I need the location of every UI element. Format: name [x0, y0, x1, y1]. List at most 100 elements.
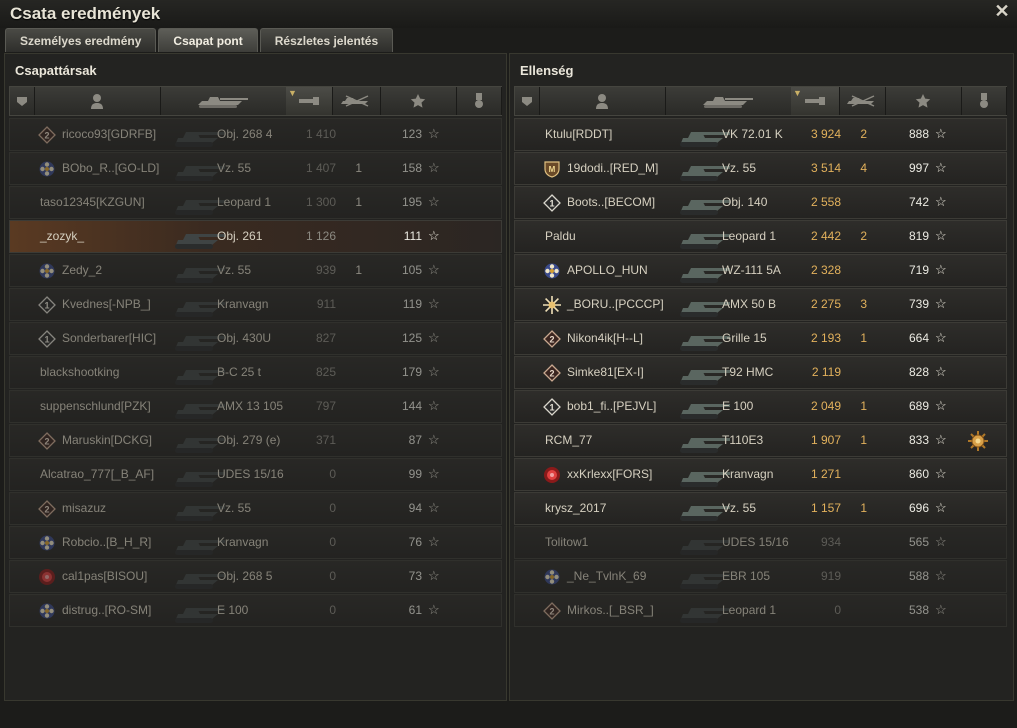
- damage-value: 1 300: [305, 195, 336, 209]
- damage-value: 0: [329, 467, 336, 481]
- allies-title: Csapattársak: [15, 63, 97, 78]
- vehicle-name: T110E3: [722, 433, 764, 447]
- vehicle-name: Leopard 1: [217, 195, 272, 209]
- player-name: RCM_77: [545, 433, 593, 447]
- damage-value: 919: [820, 569, 841, 583]
- player-row[interactable]: _zozyk_ Obj. 261 1 126 111 ☆: [9, 220, 502, 253]
- player-row[interactable]: xxKrlexx[FORS] Kranvagn 1 271 860 ☆: [514, 458, 1007, 491]
- player-name: BObo_R..[GO-LD]: [62, 161, 160, 175]
- vehicle-name: Obj. 430U: [217, 331, 272, 345]
- column-kills-header[interactable]: [332, 87, 381, 115]
- vehicle-name: Vz. 55: [217, 263, 252, 277]
- player-row[interactable]: 2 Mirkos..[_BSR_] Leopard 1 0 538 ☆: [514, 594, 1007, 627]
- player-row[interactable]: Ktulu[RDDT] VK 72.01 K 3 924 2 888 ☆: [514, 118, 1007, 151]
- player-row[interactable]: distrug..[RO-SM] E 100 0 61 ☆: [9, 594, 502, 627]
- player-row[interactable]: 1 Sonderbarer[HIC] Obj. 430U 827 125 ☆: [9, 322, 502, 355]
- player-name: Boots..[BECOM]: [567, 195, 656, 209]
- column-xp-star-header[interactable]: [885, 87, 962, 115]
- damage-value: 797: [315, 399, 336, 413]
- xp-star-icon: ☆: [428, 534, 440, 549]
- badge-rank1-icon: 1: [543, 194, 561, 212]
- damage-value: 939: [315, 263, 336, 277]
- badge-red-icon: [38, 568, 56, 586]
- xp-star-icon: ☆: [935, 160, 947, 175]
- player-row[interactable]: APOLLO_HUN WZ-111 5A 2 328 719 ☆: [514, 254, 1007, 287]
- xp-value: 742: [908, 195, 929, 209]
- player-row[interactable]: blackshootking B-C 25 t 825 179 ☆: [9, 356, 502, 389]
- player-row[interactable]: 2 Nikon4ik[H--L] Grille 15 2 193 1 664 ☆: [514, 322, 1007, 355]
- column-medal-header[interactable]: [961, 87, 1007, 115]
- xp-value: 73: [408, 569, 422, 583]
- column-kills-header[interactable]: [839, 87, 886, 115]
- xp-star-icon: ☆: [935, 500, 947, 515]
- column-vehicle-header[interactable]: [665, 87, 792, 115]
- player-name: Zedy_2: [62, 263, 103, 277]
- xp-star-icon: ☆: [935, 466, 947, 481]
- kills-value: 2: [860, 127, 867, 141]
- player-name: Ktulu[RDDT]: [545, 127, 613, 141]
- xp-value: 565: [908, 535, 929, 549]
- player-row[interactable]: Tolitow1 UDES 15/16 934 565 ☆: [514, 526, 1007, 559]
- allies-header: ▼: [9, 86, 502, 116]
- xp-star-icon: ☆: [935, 296, 947, 311]
- column-damage-header[interactable]: ▼: [286, 87, 333, 115]
- player-row[interactable]: 2 misazuz Vz. 55 0 94 ☆: [9, 492, 502, 525]
- player-row[interactable]: cal1pas[BISOU] Obj. 268 5 0 73 ☆: [9, 560, 502, 593]
- xp-star-icon: ☆: [428, 602, 440, 617]
- tab-team-score[interactable]: Csapat pont: [158, 28, 258, 52]
- svg-text:2: 2: [549, 369, 554, 379]
- xp-star-icon: ☆: [935, 330, 947, 345]
- player-row[interactable]: Zedy_2 Vz. 55 939 1 105 ☆: [9, 254, 502, 287]
- column-xp-star-header[interactable]: [380, 87, 457, 115]
- xp-value: 99: [408, 467, 422, 481]
- badge-flower-icon: [38, 160, 56, 178]
- column-player-header[interactable]: [34, 87, 161, 115]
- kills-value: 2: [860, 229, 867, 243]
- player-row[interactable]: _Ne_TvlnK_69 EBR 105 919 588 ☆: [514, 560, 1007, 593]
- tab-detailed-report[interactable]: Részletes jelentés: [259, 28, 394, 52]
- tab-bar: Személyes eredmény Csapat pont Részletes…: [5, 28, 395, 52]
- svg-text:1: 1: [549, 199, 554, 209]
- damage-value: 0: [329, 535, 336, 549]
- column-vehicle-header[interactable]: [160, 87, 287, 115]
- player-row[interactable]: suppenschlund[PZK] AMX 13 105 797 144 ☆: [9, 390, 502, 423]
- damage-value: 1 407: [305, 161, 336, 175]
- player-row[interactable]: 1 Boots..[BECOM] Obj. 140 2 558 742 ☆: [514, 186, 1007, 219]
- damage-value: 0: [329, 569, 336, 583]
- xp-value: 997: [908, 161, 929, 175]
- tab-personal[interactable]: Személyes eredmény: [5, 28, 157, 52]
- player-row[interactable]: 1 bob1_fi..[PEJVL] E 100 2 049 1 689 ☆: [514, 390, 1007, 423]
- player-name: APOLLO_HUN: [567, 263, 648, 277]
- xp-value: 123: [401, 127, 422, 141]
- column-platoon-header[interactable]: [10, 87, 35, 115]
- column-player-header[interactable]: [539, 87, 666, 115]
- player-row[interactable]: 1 Kvednes[-NPB_] Kranvagn 911 119 ☆: [9, 288, 502, 321]
- medal-icon[interactable]: [967, 430, 989, 452]
- kills-value: 1: [860, 501, 867, 515]
- player-row[interactable]: BObo_R..[GO-LD] Vz. 55 1 407 1 158 ☆: [9, 152, 502, 185]
- damage-value: 2 328: [810, 263, 841, 277]
- player-row[interactable]: Robcio..[B_H_R] Kranvagn 0 76 ☆: [9, 526, 502, 559]
- xp-value: 696: [908, 501, 929, 515]
- player-row[interactable]: 2 Simke81[EX-I] T92 HMC 2 119 828 ☆: [514, 356, 1007, 389]
- window-title: Csata eredmények: [10, 4, 161, 23]
- close-icon[interactable]: ✕: [993, 2, 1011, 20]
- xp-star-icon: ☆: [935, 432, 947, 447]
- xp-star-icon: ☆: [428, 194, 440, 209]
- player-row[interactable]: taso12345[KZGUN] Leopard 1 1 300 1 195 ☆: [9, 186, 502, 219]
- column-damage-header[interactable]: ▼: [791, 87, 840, 115]
- column-platoon-header[interactable]: [515, 87, 540, 115]
- player-row[interactable]: 2 Maruskin[DCKG] Obj. 279 (e) 371 87 ☆: [9, 424, 502, 457]
- xp-star-icon: ☆: [935, 228, 947, 243]
- player-row[interactable]: Alcatrao_777[_B_AF] UDES 15/16 0 99 ☆: [9, 458, 502, 491]
- player-row[interactable]: Paldu Leopard 1 2 442 2 819 ☆: [514, 220, 1007, 253]
- column-medal-header[interactable]: [456, 87, 502, 115]
- player-row[interactable]: RCM_77 T110E3 1 907 1 833 ☆: [514, 424, 1007, 457]
- player-name: Maruskin[DCKG]: [62, 433, 153, 447]
- player-row[interactable]: 2 ricoco93[GDRFB] Obj. 268 4 1 410 123 ☆: [9, 118, 502, 151]
- player-row[interactable]: krysz_2017 Vz. 55 1 157 1 696 ☆: [514, 492, 1007, 525]
- xp-star-icon: ☆: [428, 296, 440, 311]
- xp-value: 94: [408, 501, 422, 515]
- player-row[interactable]: M 19dodi..[RED_M] Vz. 55 3 514 4 997 ☆: [514, 152, 1007, 185]
- player-row[interactable]: _BORU..[PCCCP] AMX 50 B 2 275 3 739 ☆: [514, 288, 1007, 321]
